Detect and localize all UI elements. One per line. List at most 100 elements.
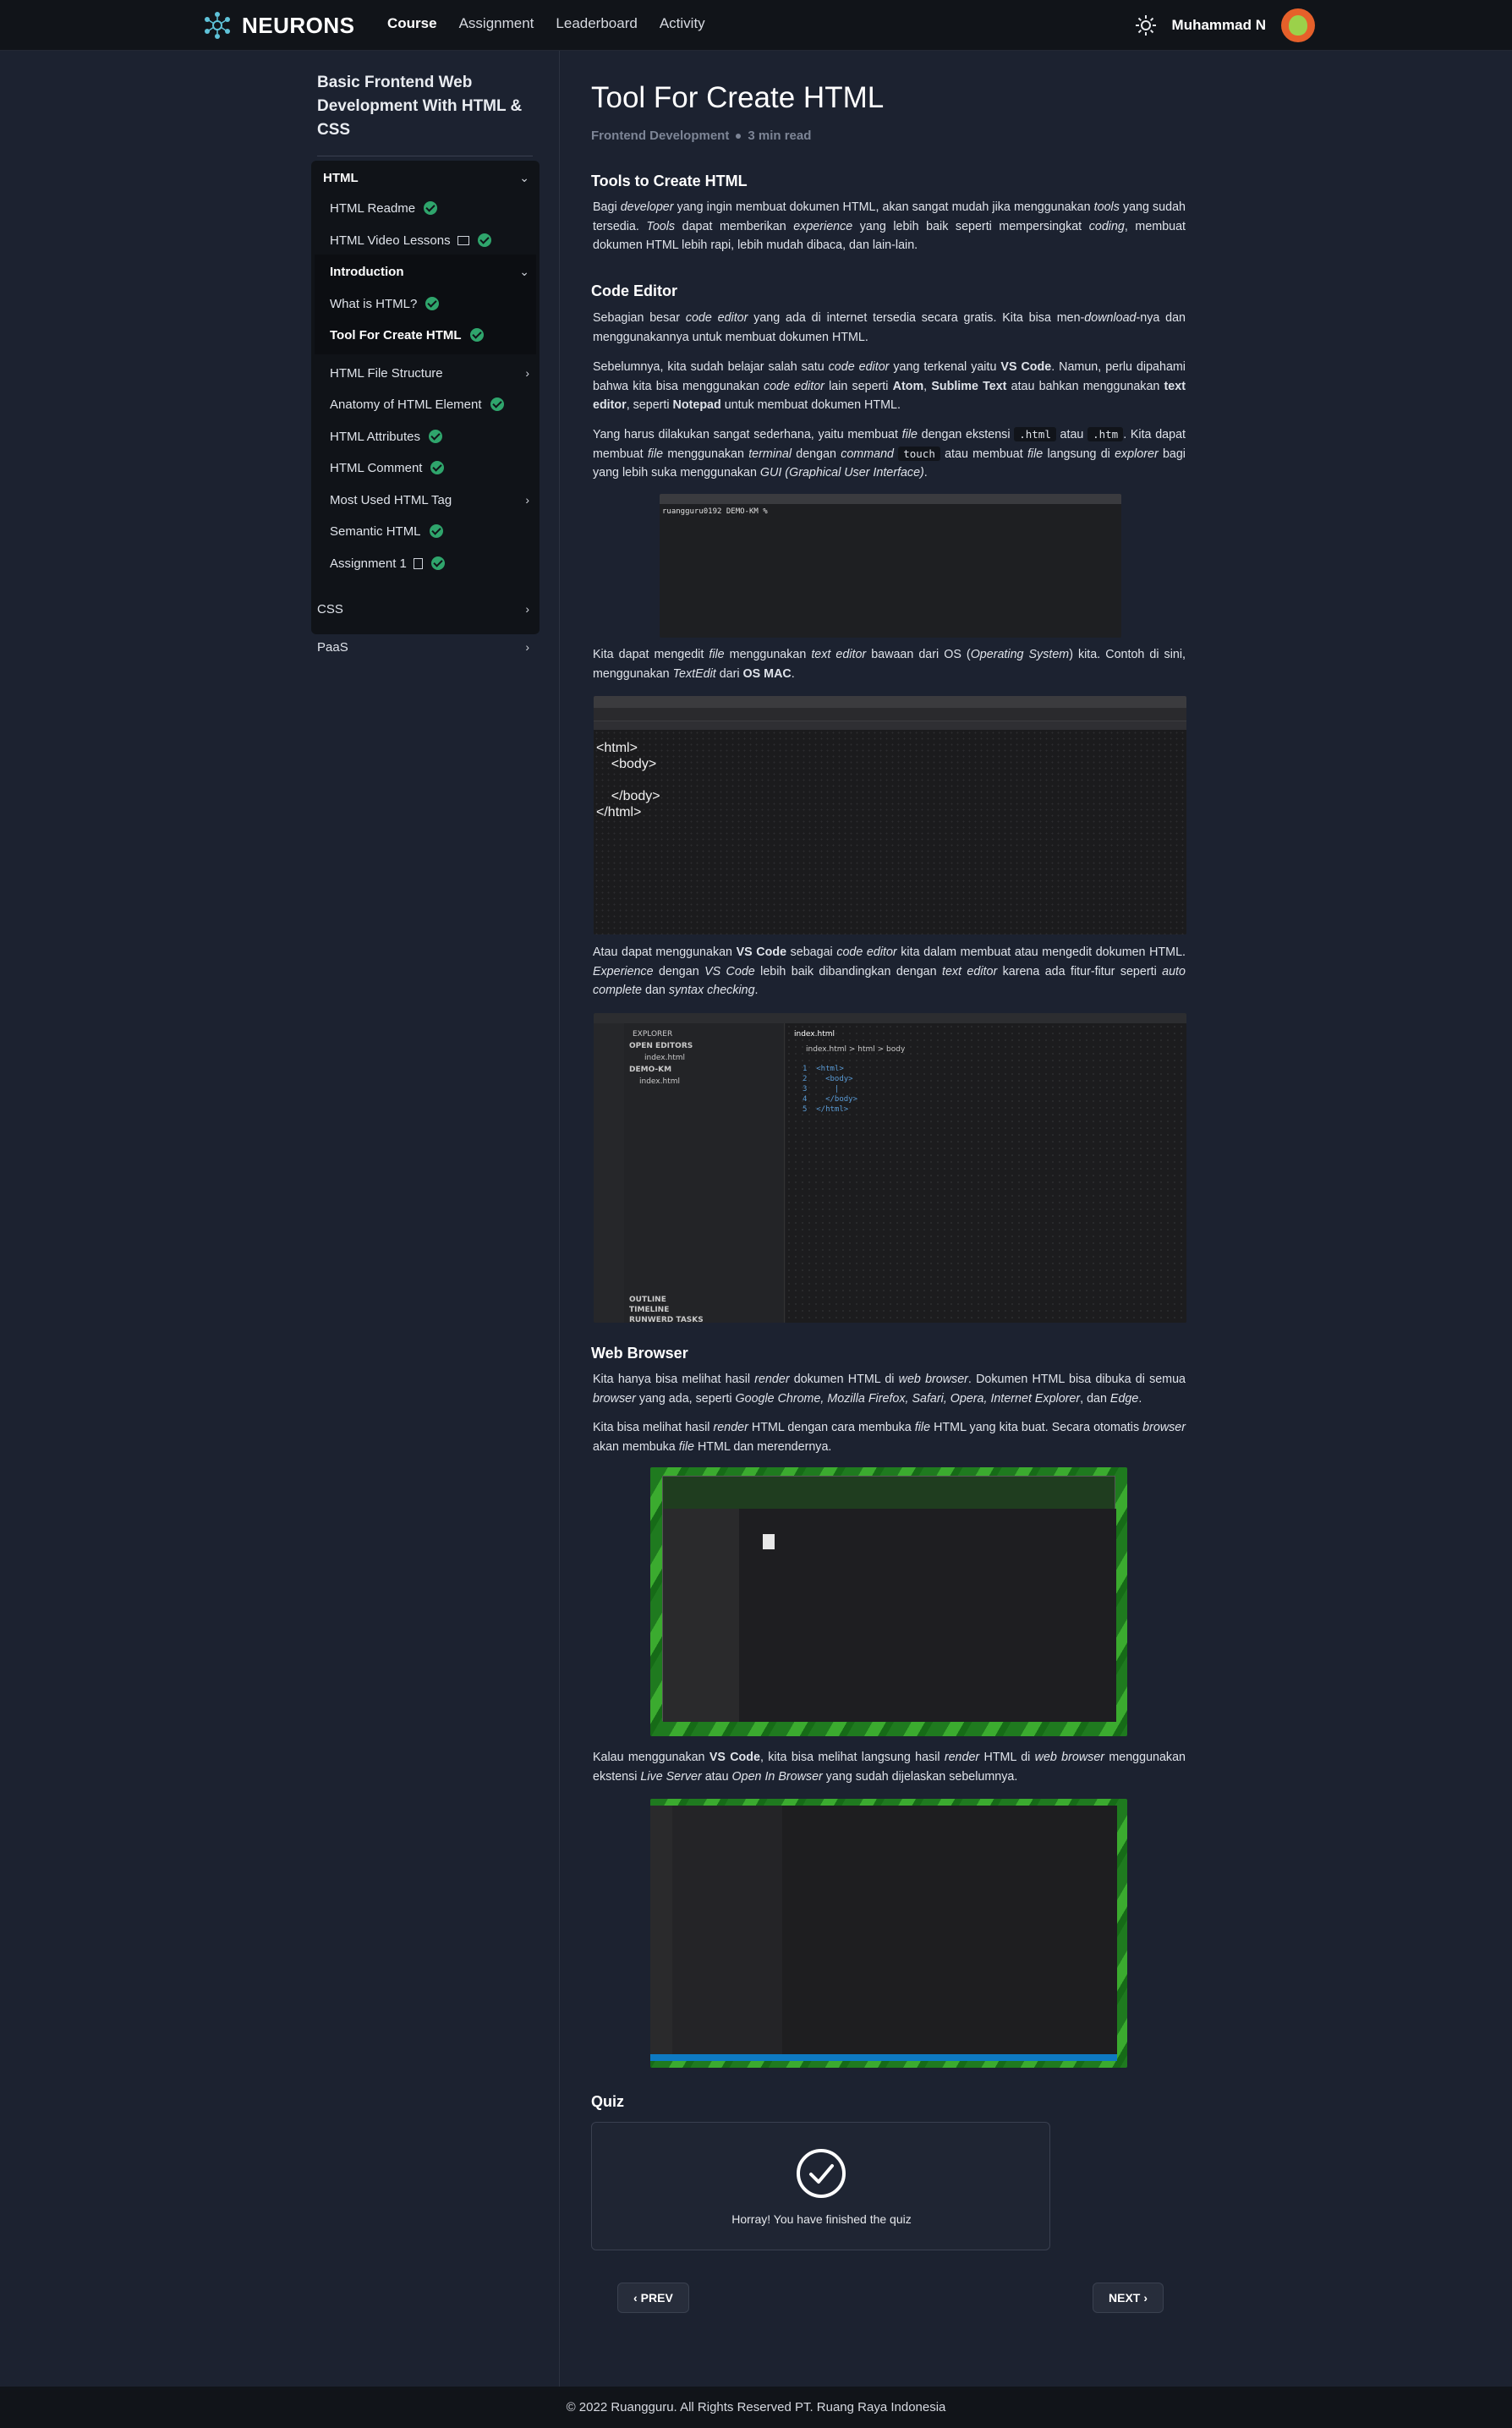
terminal-titlebar xyxy=(660,494,1121,504)
section-title-code-editor: Code Editor xyxy=(591,282,677,299)
quiz-card: Horray! You have finished the quiz xyxy=(591,2122,1050,2250)
vscode-timeline: TIMELINE xyxy=(629,1306,670,1314)
sidebar-item-label: HTML Comment xyxy=(330,460,423,475)
vscode-status-bar xyxy=(650,2054,1117,2061)
nav-assignment[interactable]: Assignment xyxy=(459,15,534,32)
textedit-titlebar xyxy=(594,696,1186,708)
chevron-right-icon: › xyxy=(525,366,529,380)
sidebar-item-label: HTML File Structure xyxy=(330,365,443,381)
avatar[interactable] xyxy=(1281,8,1315,42)
vscode-open-editors: OPEN EDITORS xyxy=(629,1042,693,1050)
textedit-code: <html> <body> </body> </html> xyxy=(596,741,660,819)
sidebar-item-anatomy[interactable]: Anatomy of HTML Element xyxy=(311,389,540,419)
chevron-right-icon: › xyxy=(525,602,529,616)
section-title-web-browser: Web Browser xyxy=(591,1345,688,1362)
footer-text: © 2022 Ruangguru. All Rights Reserved PT… xyxy=(566,2400,946,2414)
sidebar-item-html-readme[interactable]: HTML Readme xyxy=(311,193,540,223)
check-icon xyxy=(477,233,491,247)
next-button[interactable]: NEXT › xyxy=(1093,2283,1164,2313)
textedit-toolbar xyxy=(594,708,1186,721)
module-label: CSS xyxy=(317,601,343,617)
sidebar-item-label: Introduction xyxy=(330,264,404,279)
chevron-right-icon: › xyxy=(525,493,529,507)
paragraph-code-editor-2: Sebelumnya, kita sudah belajar salah sat… xyxy=(593,360,1186,412)
sidebar-item-most-used-tag[interactable]: Most Used HTML Tag › xyxy=(311,485,540,515)
check-icon xyxy=(430,461,445,474)
sidebar-item-label: Tool For Create HTML xyxy=(330,327,462,343)
sidebar-item-assignment-1[interactable]: Assignment 1 xyxy=(311,548,540,578)
section-title-tools: Tools to Create HTML xyxy=(591,173,748,189)
main-nav: Course Assignment Leaderboard Activity xyxy=(387,15,705,32)
paragraph-tools: Bagi developer yang ingin membuat dokume… xyxy=(593,200,1186,252)
nav-course[interactable]: Course xyxy=(387,15,437,32)
vscode-editor: index.html index.html > html > body 1 <h… xyxy=(786,1023,1186,1323)
module-label: PaaS xyxy=(317,639,348,655)
sidebar-item-video-lessons[interactable]: HTML Video Lessons xyxy=(311,225,540,255)
brand-name: NEURONS xyxy=(242,12,355,38)
sidebar-item-attributes[interactable]: HTML Attributes xyxy=(311,421,540,452)
paragraph-code-editor-3: Yang harus dilakukan sangat sederhana, y… xyxy=(593,427,1186,480)
module-html-header[interactable]: HTML ⌄ xyxy=(311,162,540,193)
prev-button[interactable]: ‹ PREV xyxy=(617,2283,689,2313)
sidebar-item-label: HTML Attributes xyxy=(330,429,420,444)
check-icon xyxy=(469,328,484,342)
sidebar-item-introduction[interactable]: Introduction ⌄ xyxy=(311,256,540,287)
vscode-outline: OUTLINE xyxy=(629,1296,666,1304)
terminal-screenshot: ruangguru0192 DEMO-KM % xyxy=(660,494,1121,638)
sidebar-item-comment[interactable]: HTML Comment xyxy=(311,452,540,483)
check-icon xyxy=(490,397,504,411)
sidebar-item-label: Semantic HTML xyxy=(330,523,421,539)
sidebar-item-label: HTML Readme xyxy=(330,200,416,216)
section-title-quiz: Quiz xyxy=(591,2093,624,2110)
textedit-canvas xyxy=(594,730,1186,934)
quiz-message: Horray! You have finished the quiz xyxy=(731,2212,912,2226)
neurons-logo-icon xyxy=(205,12,230,39)
nav-activity[interactable]: Activity xyxy=(660,15,705,32)
textedit-screenshot: <html> <body> </body> </html> xyxy=(594,696,1186,934)
vscode-screenshot: EXPLORER OPEN EDITORS index.html DEMO-KM… xyxy=(594,1013,1186,1323)
terminal-prompt: ruangguru0192 DEMO-KM % xyxy=(662,507,768,516)
sun-icon[interactable] xyxy=(1135,14,1157,36)
module-css[interactable]: CSS › xyxy=(311,594,540,624)
user-area: Muhammad N xyxy=(1135,8,1315,42)
nav-leaderboard[interactable]: Leaderboard xyxy=(556,15,637,32)
vscode-explorer-title: EXPLORER xyxy=(633,1030,673,1039)
check-icon xyxy=(425,297,440,310)
vscode-explorer xyxy=(672,1806,782,2061)
chevron-down-icon: ⌄ xyxy=(519,170,529,184)
vscode-tab: index.html xyxy=(794,1030,835,1039)
sidebar-item-label: Assignment 1 xyxy=(330,556,407,571)
user-name[interactable]: Muhammad N xyxy=(1172,17,1266,34)
finder-sidebar xyxy=(663,1509,739,1722)
sidebar-item-tool-for-create-html[interactable]: Tool For Create HTML xyxy=(311,320,540,350)
check-icon xyxy=(428,430,442,443)
check-icon xyxy=(429,524,443,538)
vscode-folder-file: index.html xyxy=(639,1077,680,1086)
sidebar-item-what-is-html[interactable]: What is HTML? xyxy=(311,288,540,319)
check-icon xyxy=(430,556,445,570)
sidebar-item-semantic-html[interactable]: Semantic HTML xyxy=(311,516,540,546)
paragraph-textedit: Kita dapat mengedit file menggunakan tex… xyxy=(593,648,1186,681)
paragraph-vscode: Atau dapat menggunakan VS Code sebagai c… xyxy=(593,945,1186,997)
chevron-right-icon: › xyxy=(525,640,529,654)
read-time: 3 min read xyxy=(748,129,812,143)
module-title: HTML xyxy=(323,170,359,185)
sidebar-item-label: What is HTML? xyxy=(330,296,418,311)
vscode-tasks: RUNWERD TASKS xyxy=(629,1316,704,1323)
browser-window xyxy=(662,1476,1116,1722)
vscode-open-file: index.html xyxy=(644,1054,685,1062)
paragraph-live-server: Kalau menggunakan VS Code, kita bisa mel… xyxy=(593,1751,1186,1784)
vscode-activity-bar xyxy=(650,1806,672,2061)
sidebar-item-file-structure[interactable]: HTML File Structure › xyxy=(311,358,540,388)
brand-logo[interactable]: NEURONS xyxy=(201,8,355,42)
separator-dot xyxy=(736,133,742,139)
top-navbar: NEURONS Course Assignment Leaderboard Ac… xyxy=(0,0,1512,51)
column-divider xyxy=(559,51,560,2387)
vscode-explorer: EXPLORER OPEN EDITORS index.html DEMO-KM… xyxy=(624,1023,785,1323)
module-html: HTML ⌄ HTML Readme HTML Video Lessons In… xyxy=(311,161,540,634)
video-icon xyxy=(457,235,469,245)
browser-toolbar xyxy=(663,1477,1115,1509)
paragraph-browser-2: Kita bisa melihat hasil render HTML deng… xyxy=(593,1421,1186,1454)
module-paas[interactable]: PaaS › xyxy=(311,632,540,662)
finder-window xyxy=(663,1509,1116,1722)
